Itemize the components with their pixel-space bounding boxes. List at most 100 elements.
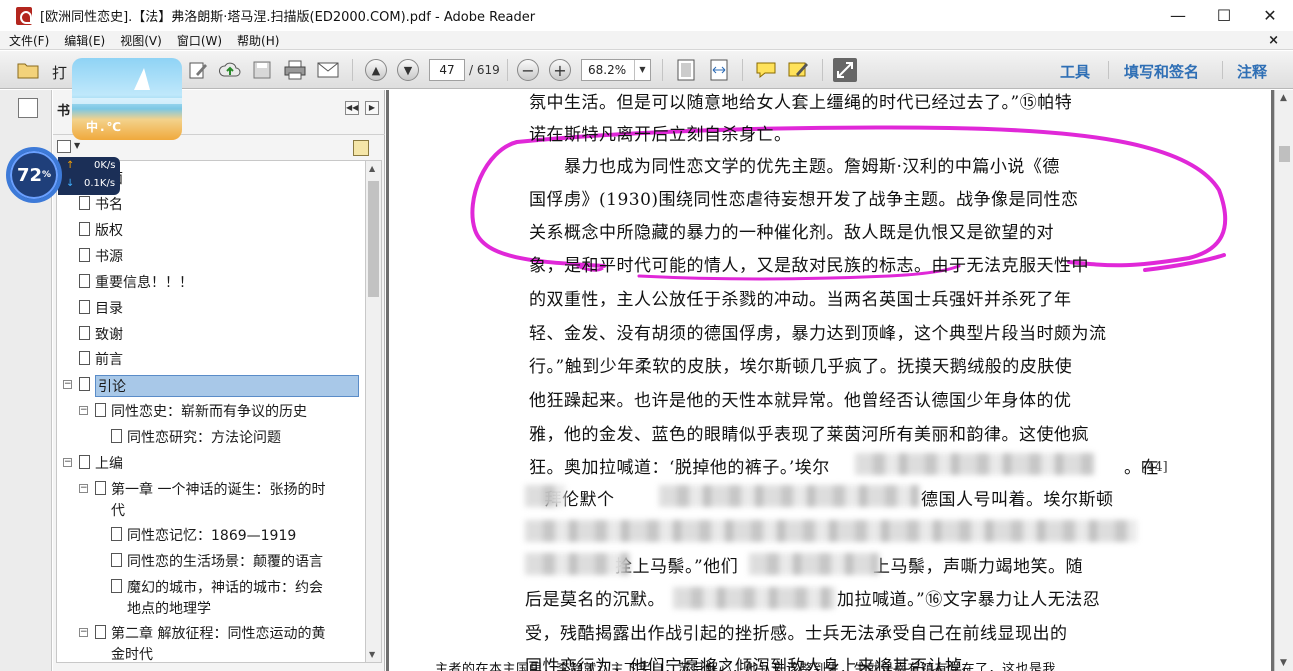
net-speed-panel: ↑ 0K/s ↓ 0.1K/s <box>58 157 120 195</box>
bookmark-label: 书源 <box>95 249 123 265</box>
bookmark-item[interactable]: 书源 <box>57 245 363 267</box>
scroll-down-icon[interactable]: ▼ <box>369 650 375 659</box>
cloud-upload-icon[interactable] <box>218 58 242 82</box>
close-button[interactable]: ✕ <box>1247 0 1293 31</box>
document-scrollbar[interactable]: ▲ ▼ <box>1274 90 1293 671</box>
bookmark-item[interactable]: 同性恋记忆：1869—1919 <box>57 524 363 546</box>
scroll-up-icon[interactable]: ▲ <box>369 164 375 173</box>
document-text-line: 氛中生活。但是可以随意地给女人套上缰绳的时代已经过去了。”⑮帕特 <box>529 93 1073 113</box>
redacted-region <box>673 587 835 609</box>
redacted-region <box>855 453 1095 475</box>
bookmark-icon <box>79 222 90 236</box>
bookmark-item[interactable]: − 第二章 解放征程：同性恋运动的黄 金时代 <box>57 622 363 663</box>
find-bookmark-icon[interactable] <box>353 140 369 156</box>
bookmark-item[interactable]: − 同性恋史：崭新而有争议的历史 <box>57 400 363 422</box>
scrollbar-thumb[interactable] <box>1279 146 1290 162</box>
toolbar-separator <box>662 59 663 81</box>
collapse-toggle-icon[interactable]: − <box>79 406 88 415</box>
previous-page-icon[interactable]: ▲ <box>365 59 387 81</box>
bookmark-item[interactable]: 重要信息！！！ <box>57 271 363 293</box>
menu-help[interactable]: 帮助(H) <box>228 32 285 49</box>
bookmark-options-icon[interactable] <box>57 140 71 153</box>
page-number-input[interactable]: 47 <box>429 59 465 81</box>
bookmark-item[interactable]: − 上编 <box>57 452 363 474</box>
bookmark-item[interactable]: − 引论 <box>57 374 363 397</box>
comment-button[interactable]: 注释 <box>1237 61 1267 82</box>
fit-page-icon[interactable] <box>674 58 698 82</box>
comment-bubble-icon[interactable] <box>754 58 778 82</box>
bookmark-label-continued: 金时代 <box>111 647 153 663</box>
highlight-pen-icon[interactable] <box>786 58 810 82</box>
scroll-down-icon[interactable]: ▼ <box>1280 658 1287 668</box>
open-button-label[interactable]: 打 <box>52 62 67 83</box>
bookmarks-scrollbar[interactable]: ▲ ▼ <box>365 160 382 663</box>
tools-button[interactable]: 工具 <box>1060 61 1090 82</box>
bookmark-icon <box>95 481 106 495</box>
bookmark-item[interactable]: 版权 <box>57 219 363 241</box>
menu-view[interactable]: 视图(V) <box>111 32 168 49</box>
bookmark-icon <box>79 196 90 210</box>
toolbar: 打 ▲ ▼ 47 / 619 − + 68.2% ▼ 工具 填写和签名 注释 <box>0 51 1293 89</box>
weather-widget[interactable]: 中.℃ <box>72 58 182 140</box>
bookmark-label-continued: 地点的地理学 <box>127 601 211 617</box>
bookmark-item[interactable]: 前言 <box>57 348 363 370</box>
bookmark-item[interactable]: 致谢 <box>57 323 363 345</box>
weather-text: 中.℃ <box>86 120 124 134</box>
zoom-in-icon[interactable]: + <box>549 59 571 81</box>
bookmark-item[interactable]: 目录 <box>57 297 363 319</box>
chevron-down-icon[interactable]: ▼ <box>634 60 650 80</box>
upload-arrow-icon: ↑ <box>66 160 75 171</box>
collapse-toggle-icon[interactable]: − <box>79 628 88 637</box>
toolbar-separator <box>742 59 743 81</box>
document-text-line: 后是莫名的沉默。 <box>525 590 665 610</box>
bookmark-label: 引论 <box>95 375 359 397</box>
page-marker: [44] <box>1141 460 1168 475</box>
edit-icon[interactable] <box>186 58 210 82</box>
document-area: 氛中生活。但是可以随意地给女人套上缰绳的时代已经过去了。”⑮帕特 诺在斯特凡离开后… <box>386 90 1274 671</box>
bookmark-item[interactable]: 同性恋研究：方法论问题 <box>57 426 363 448</box>
scrollbar-thumb[interactable] <box>368 181 379 297</box>
email-icon[interactable] <box>316 58 340 82</box>
bookmark-item[interactable]: − 第一章 一个神话的诞生：张扬的时代 <box>57 478 363 522</box>
fill-and-sign-button[interactable]: 填写和签名 <box>1124 61 1199 82</box>
document-text-line: 他狂躁起来。也许是他的天性本就异常。他曾经否认德国少年身体的优 <box>529 391 1072 411</box>
menu-edit[interactable]: 编辑(E) <box>55 32 111 49</box>
document-text-line: 拴上马鬃。”他们 <box>615 557 739 577</box>
bookmark-label-continued: 代 <box>111 503 125 519</box>
scroll-up-icon[interactable]: ▲ <box>1280 93 1287 103</box>
bookmark-item[interactable]: 书名 <box>57 193 363 215</box>
collapse-panel-icon[interactable]: ◀◀ <box>345 101 359 115</box>
bookmark-label: 版权 <box>95 223 123 239</box>
bookmark-icon <box>79 377 90 391</box>
bookmark-icon <box>79 248 90 262</box>
fullscreen-icon[interactable] <box>833 58 857 82</box>
collapse-toggle-icon[interactable]: − <box>79 484 88 493</box>
bookmark-item[interactable]: 魔幻的城市，神话的城市：约会 地点的地理学 <box>57 576 363 620</box>
document-close-button[interactable]: × <box>1268 31 1279 50</box>
next-page-icon[interactable]: ▼ <box>397 59 419 81</box>
panel-menu-icon[interactable]: ▶ <box>365 101 379 115</box>
save-icon[interactable] <box>250 58 274 82</box>
memory-usage-ring[interactable]: 72% <box>6 147 62 203</box>
zoom-out-icon[interactable]: − <box>517 59 539 81</box>
bookmark-item[interactable]: 同性恋的生活场景：颠覆的语言 <box>57 550 363 572</box>
minimize-button[interactable]: — <box>1155 0 1201 31</box>
menu-window[interactable]: 窗口(W) <box>168 32 228 49</box>
menu-file[interactable]: 文件(F) <box>0 32 55 49</box>
download-speed: 0.1K/s <box>84 178 116 189</box>
page-thumbnails-icon[interactable] <box>18 98 38 118</box>
toolbar-separator <box>507 59 508 81</box>
document-text-line: 关系概念中所隐藏的暴力的一种催化剂。敌人既是仇恨又是欲望的对 <box>529 223 1054 243</box>
bookmark-label: 致谢 <box>95 327 123 343</box>
document-page[interactable]: 氛中生活。但是可以随意地给女人套上缰绳的时代已经过去了。”⑮帕特 诺在斯特凡离开后… <box>389 90 1271 671</box>
zoom-select[interactable]: 68.2% ▼ <box>581 59 651 81</box>
document-text-line: 象，是和平时代可能的情人，又是敌对民族的标志。由于无法克服天性中 <box>529 256 1089 276</box>
menu-bar: 文件(F) 编辑(E) 视图(V) 窗口(W) 帮助(H) × <box>0 31 1293 50</box>
collapse-toggle-icon[interactable]: − <box>63 458 72 467</box>
open-folder-icon[interactable] <box>16 58 40 82</box>
chevron-down-icon[interactable]: ▼ <box>74 141 80 150</box>
maximize-button[interactable]: ☐ <box>1201 0 1247 31</box>
collapse-toggle-icon[interactable]: − <box>63 380 72 389</box>
fit-width-icon[interactable] <box>707 58 731 82</box>
print-icon[interactable] <box>283 58 307 82</box>
